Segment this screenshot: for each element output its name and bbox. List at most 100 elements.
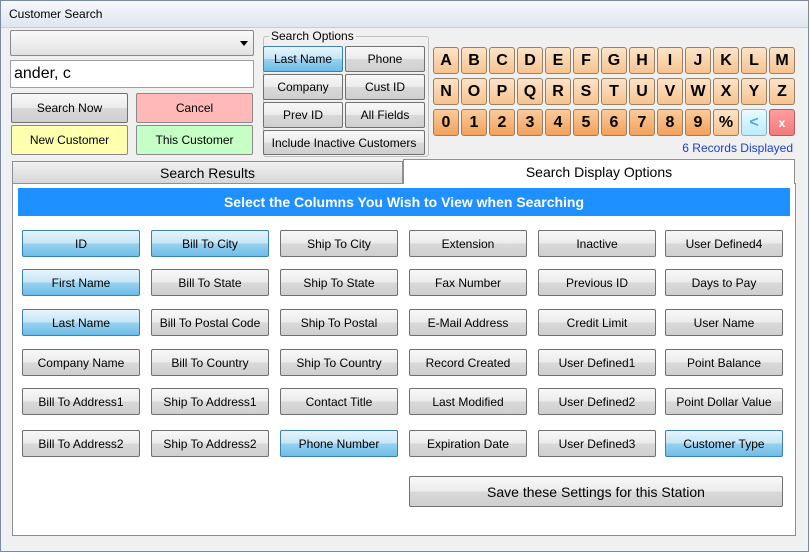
key-1[interactable]: 1 [461,109,487,136]
option-cust-id-button[interactable]: Cust ID [345,74,425,100]
chevron-down-icon [240,41,248,46]
column-toggle-extension[interactable]: Extension [409,230,527,257]
column-toggle-last-modified[interactable]: Last Modified [409,388,527,415]
key-3[interactable]: 3 [517,109,543,136]
key-s[interactable]: S [573,78,599,105]
key-r[interactable]: R [545,78,571,105]
key-k[interactable]: K [713,47,739,74]
key-8[interactable]: 8 [657,109,683,136]
customer-search-window: Customer Search ander, c Search Now Canc… [0,0,809,552]
this-customer-button[interactable]: This Customer [136,125,253,155]
key-t[interactable]: T [601,78,627,105]
column-toggle-point-dollar-value[interactable]: Point Dollar Value [665,388,783,415]
key-percent[interactable]: % [713,109,739,136]
column-toggle-user-defined2[interactable]: User Defined2 [538,388,656,415]
key-m[interactable]: M [769,47,795,74]
key-l[interactable]: L [741,47,767,74]
key-c[interactable]: C [489,47,515,74]
column-toggle-user-defined4[interactable]: User Defined4 [665,230,783,257]
key-backspace[interactable]: < [741,109,767,136]
column-toggle-ship-to-postal[interactable]: Ship To Postal [280,309,398,336]
column-toggle-first-name[interactable]: First Name [22,269,140,296]
key-j[interactable]: J [685,47,711,74]
include-inactive-button[interactable]: Include Inactive Customers [263,130,425,155]
key-z[interactable]: Z [769,78,795,105]
column-toggle-phone-number[interactable]: Phone Number [280,430,398,457]
option-prev-id-button[interactable]: Prev ID [263,102,343,128]
column-toggle-ship-to-state[interactable]: Ship To State [280,269,398,296]
search-input[interactable]: ander, c [10,60,254,88]
display-options-panel: Select the Columns You Wish to View when… [12,183,796,536]
key-5[interactable]: 5 [573,109,599,136]
window-title: Customer Search [9,7,103,21]
search-history-combo[interactable] [10,30,254,56]
key-7[interactable]: 7 [629,109,655,136]
key-n[interactable]: N [433,78,459,105]
column-toggle-bill-to-postal-code[interactable]: Bill To Postal Code [151,309,269,336]
new-customer-button[interactable]: New Customer [11,125,128,155]
column-toggle-user-defined1[interactable]: User Defined1 [538,349,656,376]
save-settings-button[interactable]: Save these Settings for this Station [409,476,783,507]
search-options-legend: Search Options [269,29,356,43]
key-h[interactable]: H [629,47,655,74]
column-toggle-days-to-pay[interactable]: Days to Pay [665,269,783,296]
key-clear[interactable]: x [769,109,795,136]
column-toggle-ship-to-country[interactable]: Ship To Country [280,349,398,376]
column-toggle-bill-to-state[interactable]: Bill To State [151,269,269,296]
key-9[interactable]: 9 [685,109,711,136]
column-toggle-bill-to-address2[interactable]: Bill To Address2 [22,430,140,457]
column-toggle-last-name[interactable]: Last Name [22,309,140,336]
columns-banner: Select the Columns You Wish to View when… [18,188,790,216]
column-toggle-bill-to-address1[interactable]: Bill To Address1 [22,388,140,415]
search-now-button[interactable]: Search Now [11,93,128,123]
records-displayed-count: 6 Records Displayed [682,141,793,155]
key-i[interactable]: I [657,47,683,74]
key-v[interactable]: V [657,78,683,105]
column-toggle-user-name[interactable]: User Name [665,309,783,336]
key-a[interactable]: A [433,47,459,74]
tab-search-results[interactable]: Search Results [12,161,403,183]
column-toggle-user-defined3[interactable]: User Defined3 [538,430,656,457]
key-6[interactable]: 6 [601,109,627,136]
option-last-name-button[interactable]: Last Name [263,46,343,72]
key-2[interactable]: 2 [489,109,515,136]
column-toggle-e-mail-address[interactable]: E-Mail Address [409,309,527,336]
option-all-fields-button[interactable]: All Fields [345,102,425,128]
column-toggle-previous-id[interactable]: Previous ID [538,269,656,296]
key-x[interactable]: X [713,78,739,105]
title-bar: Customer Search [1,1,808,28]
column-toggle-fax-number[interactable]: Fax Number [409,269,527,296]
key-0[interactable]: 0 [433,109,459,136]
key-d[interactable]: D [517,47,543,74]
column-toggle-point-balance[interactable]: Point Balance [665,349,783,376]
key-y[interactable]: Y [741,78,767,105]
column-toggle-bill-to-city[interactable]: Bill To City [151,230,269,257]
column-toggle-id[interactable]: ID [22,230,140,257]
client-area: ander, c Search Now Cancel New Customer … [7,28,803,547]
key-e[interactable]: E [545,47,571,74]
option-phone-button[interactable]: Phone [345,46,425,72]
column-toggle-credit-limit[interactable]: Credit Limit [538,309,656,336]
column-toggle-ship-to-address1[interactable]: Ship To Address1 [151,388,269,415]
key-g[interactable]: G [601,47,627,74]
column-toggle-ship-to-city[interactable]: Ship To City [280,230,398,257]
key-b[interactable]: B [461,47,487,74]
option-company-button[interactable]: Company [263,74,343,100]
column-toggle-company-name[interactable]: Company Name [22,349,140,376]
column-toggle-customer-type[interactable]: Customer Type [665,430,783,457]
column-toggle-ship-to-address2[interactable]: Ship To Address2 [151,430,269,457]
column-toggle-expiration-date[interactable]: Expiration Date [409,430,527,457]
column-toggle-record-created[interactable]: Record Created [409,349,527,376]
cancel-button[interactable]: Cancel [136,93,253,123]
key-4[interactable]: 4 [545,109,571,136]
column-toggle-inactive[interactable]: Inactive [538,230,656,257]
tab-search-display-options[interactable]: Search Display Options [403,159,795,184]
key-q[interactable]: Q [517,78,543,105]
key-w[interactable]: W [685,78,711,105]
key-f[interactable]: F [573,47,599,74]
key-o[interactable]: O [461,78,487,105]
key-p[interactable]: P [489,78,515,105]
key-u[interactable]: U [629,78,655,105]
column-toggle-bill-to-country[interactable]: Bill To Country [151,349,269,376]
column-toggle-contact-title[interactable]: Contact Title [280,388,398,415]
